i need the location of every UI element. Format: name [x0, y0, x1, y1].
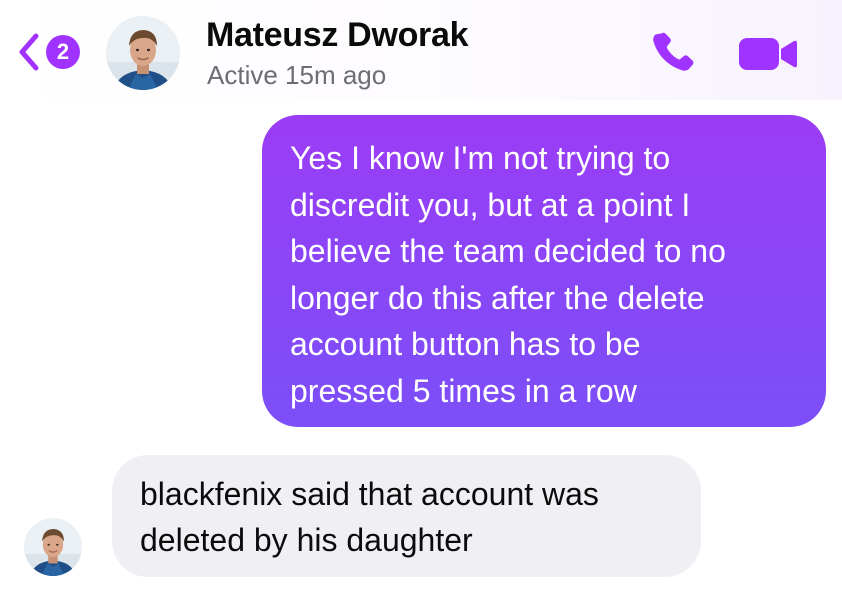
message-line: pressed 5 times in a row — [290, 372, 637, 409]
video-camera-icon — [739, 38, 797, 70]
active-status: Active 15m ago — [207, 60, 387, 90]
avatar-photo — [24, 518, 82, 576]
call-button[interactable] — [648, 28, 698, 78]
message-line: believe the team decided to no — [290, 233, 726, 269]
avatar[interactable] — [106, 16, 180, 90]
message-line: blackfenix said that account was — [140, 476, 599, 512]
sender-avatar[interactable] — [24, 518, 82, 576]
contact-name[interactable]: Mateusz Dworak — [206, 16, 469, 55]
message-line: longer do this after the delete — [290, 279, 705, 316]
message-line: discredit you, but at a point I — [290, 186, 691, 223]
message-line: Yes I know I'm not trying to — [290, 140, 671, 176]
video-call-button[interactable] — [738, 34, 798, 74]
chat-screen: 2 Mateusz Dworak Active 15m ago Yes I kn… — [0, 0, 842, 591]
message-line: account button has to be — [290, 326, 641, 362]
back-button[interactable]: 2 — [14, 30, 96, 74]
message-bubble-incoming[interactable]: blackfenix said that account was deleted… — [112, 455, 701, 577]
chevron-left-icon — [19, 33, 39, 71]
avatar-photo — [106, 16, 180, 90]
phone-icon — [653, 32, 694, 71]
message-bubble-outgoing[interactable]: Yes I know I'm not trying to discredit y… — [262, 115, 826, 427]
unread-count-badge: 2 — [46, 35, 80, 69]
chat-header: 2 Mateusz Dworak Active 15m ago — [0, 0, 842, 100]
message-line: deleted by his daughter — [140, 522, 473, 558]
